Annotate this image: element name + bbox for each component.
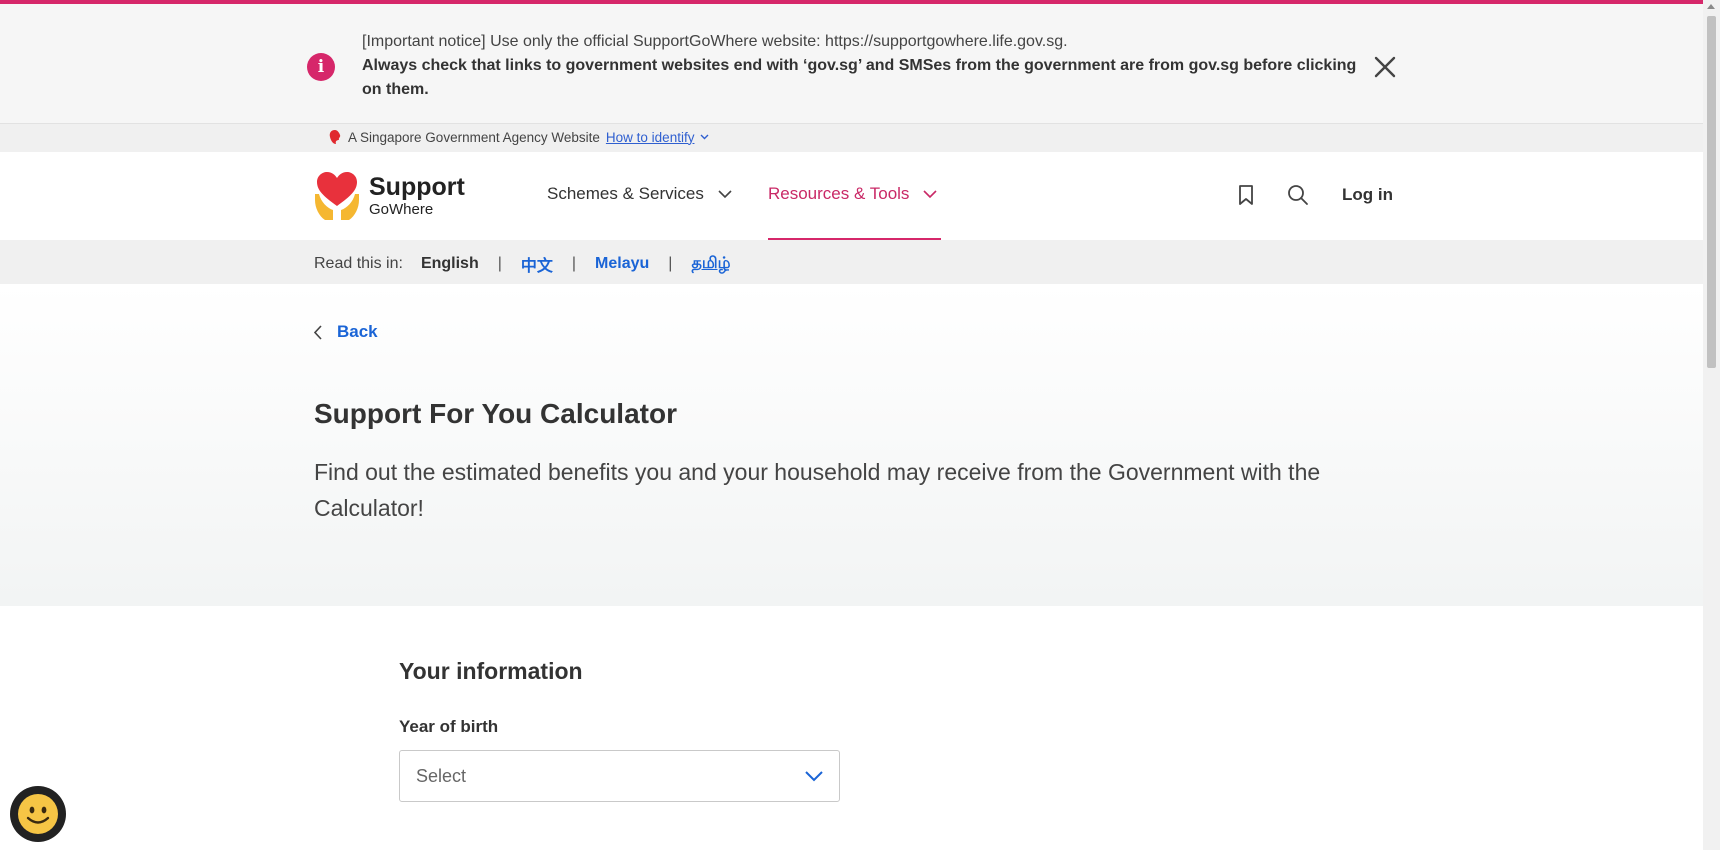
how-to-identify-link[interactable]: How to identify	[606, 130, 695, 145]
divider: |	[571, 255, 577, 272]
notice-line-2: Always check that links to government we…	[362, 57, 1357, 98]
chevron-left-icon	[314, 324, 322, 340]
chevron-down-icon[interactable]	[700, 134, 709, 140]
logo-line-2: GoWhere	[369, 201, 434, 218]
year-of-birth-label: Year of birth	[399, 717, 499, 736]
language-tamil[interactable]: தமிழ்	[691, 254, 730, 274]
scroll-up-arrow-icon[interactable]	[1707, 4, 1715, 9]
notice-text: [Important notice] Use only the official…	[362, 30, 1362, 102]
divider: |	[497, 255, 502, 272]
page-description: Find out the estimated benefits you and …	[314, 459, 1321, 521]
info-icon: i	[307, 53, 335, 81]
language-english[interactable]: English	[421, 255, 479, 273]
language-malay[interactable]: Melayu	[595, 255, 649, 273]
back-link[interactable]: Back	[314, 322, 378, 342]
logo-line-1: Support	[369, 173, 465, 201]
back-label: Back	[337, 322, 378, 341]
section-title: Your information	[399, 658, 583, 684]
language-chinese[interactable]: 中文	[521, 252, 553, 276]
chevron-down-icon	[805, 770, 823, 781]
divider: |	[668, 255, 673, 272]
chevron-down-icon	[718, 189, 732, 198]
supportgowhere-logo[interactable]: Support GoWhere	[313, 170, 465, 222]
nav-resources-tools[interactable]: Resources & Tools	[768, 184, 937, 204]
year-of-birth-select[interactable]: Select	[399, 750, 840, 802]
select-value: Select	[416, 765, 467, 786]
search-icon[interactable]	[1287, 184, 1309, 211]
smiley-chat-icon	[18, 794, 58, 834]
government-masthead: A Singapore Government Agency Website Ho…	[0, 124, 1703, 152]
chatbot-button[interactable]	[10, 786, 66, 842]
nav-schemes-services[interactable]: Schemes & Services	[547, 184, 732, 204]
login-button[interactable]: Log in	[1342, 185, 1393, 205]
site-header: Support GoWhere Schemes & Services Resou…	[0, 152, 1703, 240]
important-notice-banner: i [Important notice] Use only the offici…	[0, 4, 1703, 124]
nav-schemes-label: Schemes & Services	[547, 184, 704, 203]
gov-agency-text: A Singapore Government Agency Website	[348, 129, 600, 145]
language-bar: Read this in: English | 中文 | Melayu | தம…	[0, 240, 1703, 284]
page: i [Important notice] Use only the offici…	[0, 0, 1703, 850]
heart-hands-logo-icon	[315, 172, 359, 220]
bookmark-icon[interactable]	[1237, 184, 1255, 211]
close-icon[interactable]	[1372, 54, 1398, 80]
page-scrollbar[interactable]	[1703, 0, 1720, 850]
language-label: Read this in:	[314, 255, 403, 272]
scroll-thumb[interactable]	[1707, 16, 1716, 368]
lion-head-icon	[329, 130, 341, 144]
chevron-down-icon	[923, 189, 937, 198]
nav-resources-label: Resources & Tools	[768, 184, 910, 203]
hero-section: Back Support For You Calculator Find out…	[0, 284, 1703, 606]
notice-line-1: [Important notice] Use only the official…	[362, 33, 1068, 50]
page-title: Support For You Calculator	[314, 398, 677, 429]
